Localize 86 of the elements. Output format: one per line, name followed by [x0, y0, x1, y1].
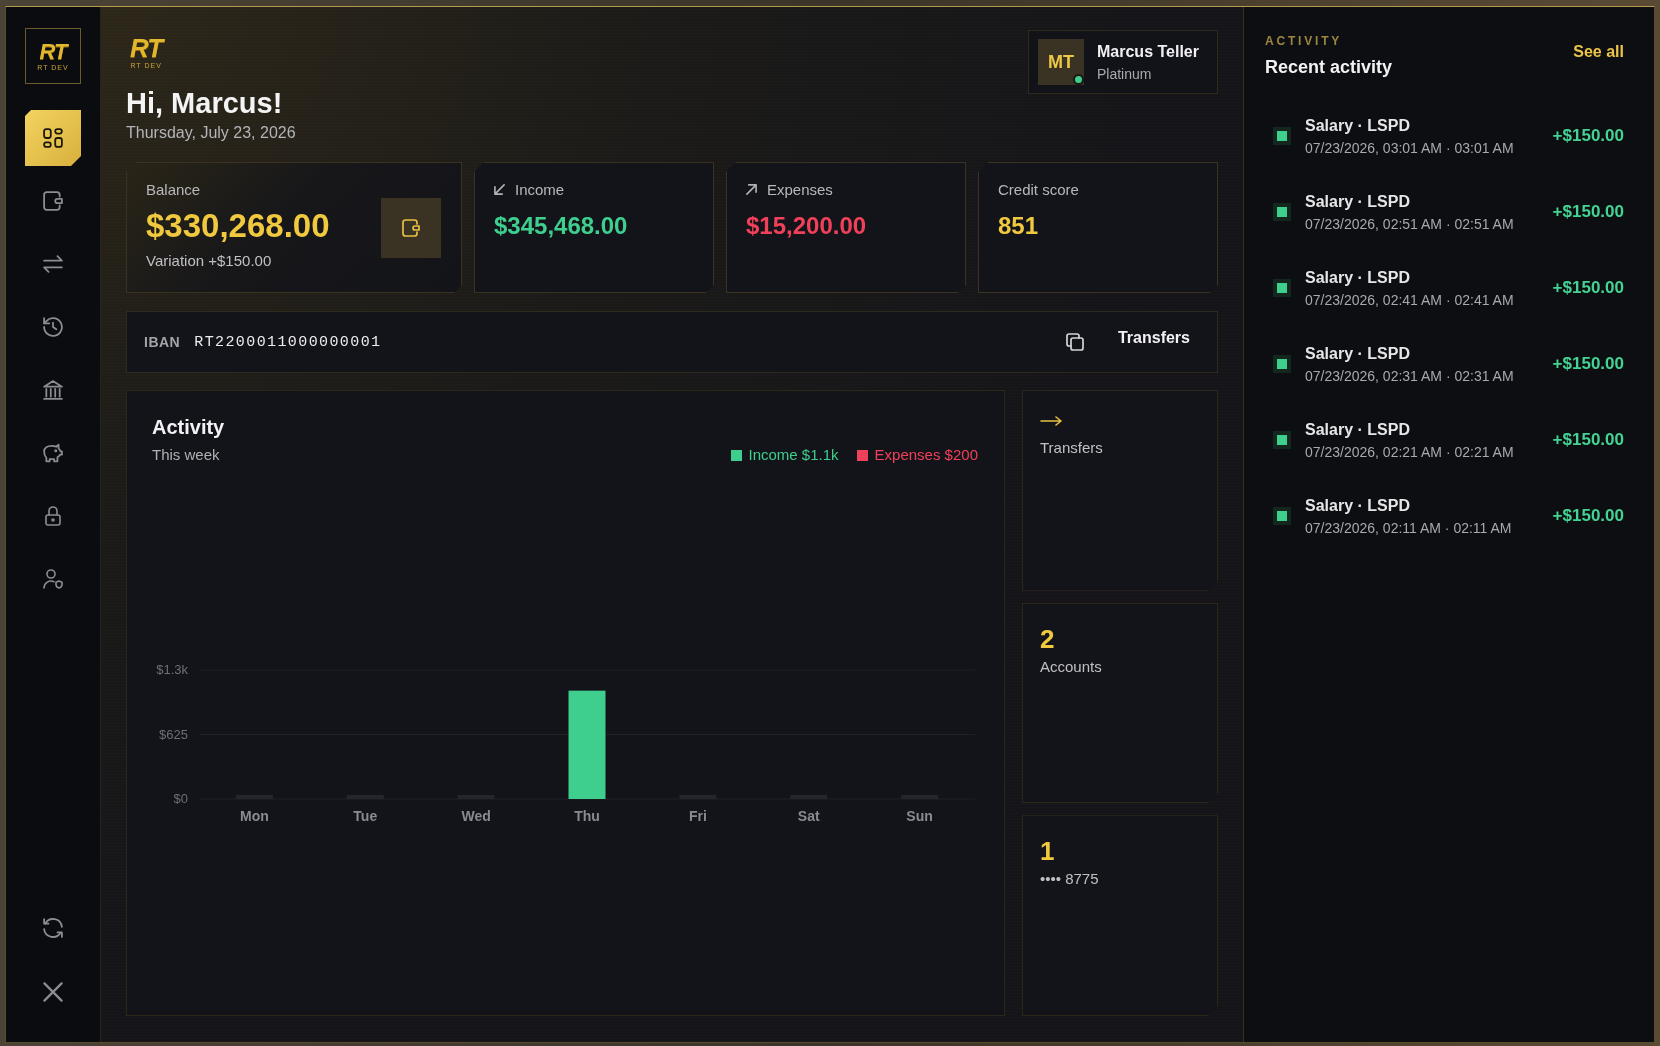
transaction-time: 07/23/2026, 02:51 AM · 02:51 AM	[1305, 215, 1515, 233]
chart-title: Activity	[152, 415, 225, 439]
shortcut-count: 1	[1040, 837, 1055, 866]
axis-category-label: Sat	[797, 808, 820, 824]
logo-mark: RT	[130, 35, 163, 61]
axis-category-label: Mon	[240, 808, 269, 824]
shortcut-card[interactable]: 2 Accounts	[1022, 602, 1218, 804]
axis-category-label: Fri	[688, 808, 707, 824]
iban-label: IBAN	[144, 334, 181, 350]
transaction-amount: +$150.00	[1552, 354, 1624, 374]
status-square-icon	[1273, 279, 1291, 297]
greeting-heading: Hi, Marcus!	[126, 86, 283, 121]
lock-icon	[43, 506, 63, 526]
status-square-icon	[1273, 431, 1291, 449]
avatar-initials: MT	[1048, 51, 1074, 73]
status-square-icon	[1273, 355, 1291, 373]
shortcut-label: Transfers	[1040, 438, 1103, 458]
stat-label: Credit score	[998, 180, 1079, 198]
transaction-amount: +$150.00	[1552, 278, 1624, 298]
transaction-title: Salary · LSPD	[1305, 191, 1411, 211]
dashboard-icon	[43, 128, 63, 148]
status-square-icon	[1273, 507, 1291, 525]
section-eyebrow: ACTIVITY	[1265, 34, 1344, 48]
membership-level-text: Platinum	[1097, 65, 1153, 82]
axis-category-label: Sun	[906, 808, 933, 824]
transaction-title: Salary · LSPD	[1305, 419, 1411, 439]
logo-mark: RT	[39, 40, 67, 63]
sidebar-nav-button[interactable]	[25, 110, 81, 166]
piggy-bank-icon	[43, 443, 63, 463]
transaction-title: Salary · LSPD	[1305, 267, 1411, 287]
legend-label: Expenses $200	[874, 445, 978, 465]
user-shield-icon	[43, 569, 63, 589]
transaction-title: Salary · LSPD	[1305, 115, 1411, 135]
stat-value: 851	[998, 211, 1040, 241]
stat-value: $15,200.00	[746, 211, 868, 241]
transaction-time: 07/23/2026, 02:31 AM · 02:31 AM	[1305, 367, 1515, 385]
arrow-right-icon	[1040, 416, 1062, 426]
transaction-amount: +$150.00	[1552, 202, 1624, 222]
axis-category-label: Thu	[574, 808, 600, 824]
stat-label: Income	[515, 180, 565, 198]
shortcut-label: •••• 8775	[1040, 869, 1099, 890]
stat-note: Variation +$150.00	[146, 252, 273, 269]
axis-tick-label: $625	[159, 726, 188, 742]
transaction-time: 07/23/2026, 03:01 AM · 03:01 AM	[1305, 139, 1515, 157]
transfers-button[interactable]: Transfers	[1117, 328, 1190, 347]
arrow-up-right-icon	[746, 183, 757, 195]
stat-label: Balance	[146, 180, 201, 198]
stat-value: $345,468.00	[494, 211, 629, 241]
status-square-icon	[1273, 203, 1291, 221]
transaction-time: 07/23/2026, 02:21 AM · 02:21 AM	[1305, 443, 1515, 461]
transaction-title: Salary · LSPD	[1305, 343, 1411, 363]
refresh-icon	[43, 918, 63, 938]
shortcut-card[interactable]: Transfers	[1022, 390, 1218, 591]
transaction-amount: +$150.00	[1552, 126, 1624, 146]
stat-label: Expenses	[767, 180, 833, 198]
axis-tick-label: $1.3k	[156, 662, 188, 677]
axis-tick-label: $0	[173, 791, 188, 806]
wallet-button[interactable]	[381, 197, 441, 258]
shortcut-label: Accounts	[1040, 656, 1102, 677]
wallet-icon	[402, 218, 420, 237]
bank-icon	[43, 380, 63, 400]
shortcut-card[interactable]: 1 •••• 8775	[1022, 815, 1218, 1016]
transaction-time: 07/23/2026, 02:11 AM · 02:11 AM	[1305, 519, 1513, 537]
shortcut-count: 2	[1040, 624, 1055, 653]
close-icon	[43, 982, 63, 1002]
copy-icon	[1065, 333, 1084, 351]
copy-button[interactable]	[1065, 333, 1084, 351]
axis-category-label: Tue	[353, 808, 378, 824]
transaction-amount: +$150.00	[1552, 506, 1624, 526]
user-card[interactable]: MT Marcus Teller Platinum	[1028, 30, 1218, 94]
section-title: Recent activity	[1265, 56, 1393, 78]
transaction-title: Salary · LSPD	[1305, 495, 1411, 515]
status-square-icon	[1273, 127, 1291, 145]
iban-value: RT2200011000000001	[194, 333, 382, 351]
date-text: Thursday, July 23, 2026	[126, 123, 296, 143]
stat-value: $330,268.00	[146, 207, 331, 245]
see-all-link[interactable]: See all	[1573, 43, 1624, 61]
history-icon	[43, 317, 63, 337]
transaction-time: 07/23/2026, 02:41 AM · 02:41 AM	[1305, 291, 1515, 309]
axis-category-label: Wed	[461, 808, 491, 824]
legend-label: Income $1.1k	[748, 445, 839, 465]
transaction-amount: +$150.00	[1552, 430, 1624, 450]
user-name: Marcus Teller	[1097, 42, 1199, 61]
chart-subtitle: This week	[152, 445, 221, 465]
arrow-down-left-icon	[494, 183, 505, 195]
wallet-icon	[43, 191, 63, 211]
